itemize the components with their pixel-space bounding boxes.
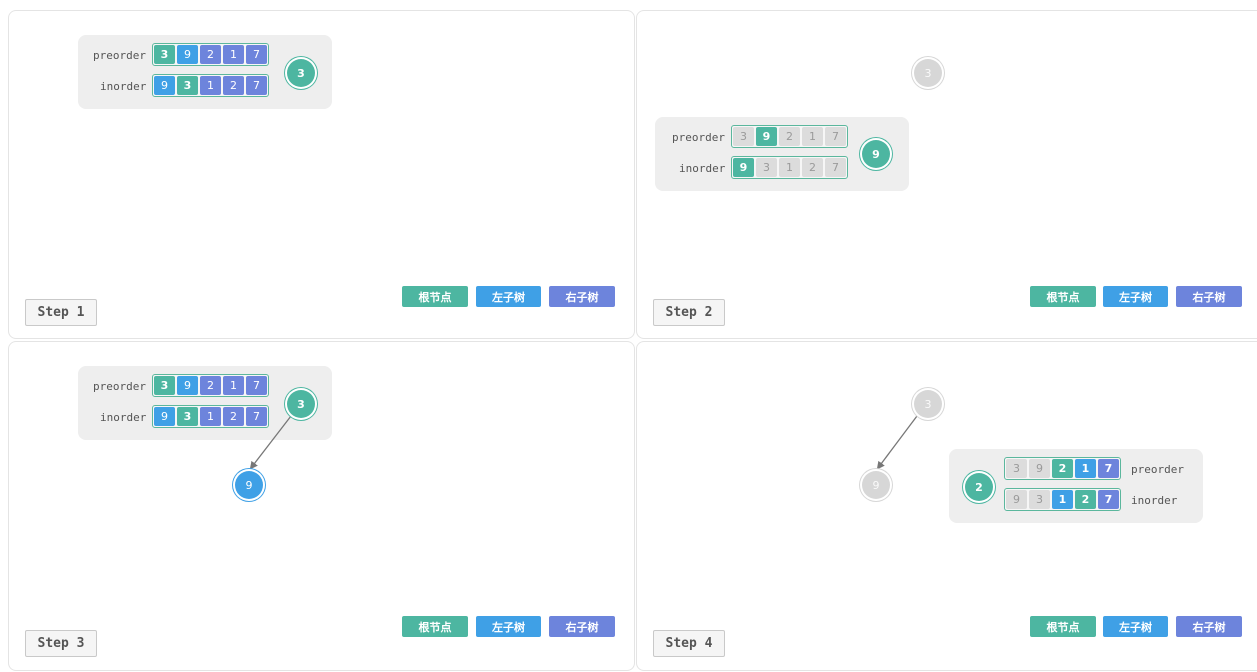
- preorder-array: 3 9 2 1 7: [152, 43, 269, 66]
- legend-right-subtree: 右子树: [1176, 616, 1242, 637]
- preorder-cell: 2: [779, 127, 800, 146]
- current-node: 9: [862, 140, 890, 168]
- step-4-panel: 3 9 2 3 9 2 1 7 preorder 9 3 1 2 7 inord…: [636, 341, 1257, 671]
- step-label: Step 4: [653, 630, 725, 657]
- preorder-array: 3 9 2 1 7: [1004, 457, 1121, 480]
- legend-right-subtree: 右子树: [549, 286, 615, 307]
- inorder-cell: 1: [200, 76, 221, 95]
- inorder-cell: 7: [1098, 490, 1119, 509]
- current-node: 2: [965, 473, 993, 501]
- inorder-label: inorder: [679, 162, 726, 175]
- legend-right-subtree: 右子树: [549, 616, 615, 637]
- legend-root: 根节点: [402, 616, 468, 637]
- inorder-cell: 2: [223, 76, 244, 95]
- preorder-label: preorder: [93, 49, 146, 62]
- inorder-cell: 3: [177, 76, 198, 95]
- preorder-cell: 1: [223, 45, 244, 64]
- inorder-label: inorder: [1131, 494, 1178, 507]
- inorder-array: 9 3 1 2 7: [152, 74, 269, 97]
- inorder-cell: 1: [779, 158, 800, 177]
- tree-node: 3: [914, 59, 942, 87]
- preorder-cell: 2: [1052, 459, 1073, 478]
- legend-left-subtree: 左子树: [476, 616, 541, 637]
- tree-edges: [249, 415, 292, 470]
- tree-edge: [249, 415, 292, 470]
- preorder-cell: 2: [200, 45, 221, 64]
- inorder-label: inorder: [100, 80, 147, 93]
- inorder-cell: 9: [1006, 490, 1027, 509]
- step-label: Step 2: [653, 299, 725, 326]
- step-1-panel: preorder 3 9 2 1 7 inorder 9 3 1 2 7 3 根…: [8, 10, 635, 339]
- tree-node: 9: [235, 471, 263, 499]
- legend-left-subtree: 左子树: [1103, 286, 1168, 307]
- preorder-cell: 7: [246, 45, 267, 64]
- inorder-cell: 3: [756, 158, 777, 177]
- inorder-array: 9 3 1 2 7: [731, 156, 848, 179]
- inorder-cell: 7: [825, 158, 846, 177]
- preorder-cell: 9: [756, 127, 777, 146]
- preorder-cell: 7: [825, 127, 846, 146]
- preorder-cell: 9: [1029, 459, 1050, 478]
- legend-left-subtree: 左子树: [1103, 616, 1168, 637]
- tree-node: 9: [862, 471, 890, 499]
- inorder-cell: 9: [733, 158, 754, 177]
- preorder-label: preorder: [672, 131, 725, 144]
- preorder-cell: 1: [1075, 459, 1096, 478]
- preorder-cell: 9: [177, 45, 198, 64]
- inorder-cell: 1: [1052, 490, 1073, 509]
- preorder-cell: 3: [1006, 459, 1027, 478]
- inorder-array: 9 3 1 2 7: [1004, 488, 1121, 511]
- preorder-cell: 3: [733, 127, 754, 146]
- inorder-cell: 3: [1029, 490, 1050, 509]
- inorder-cell: 7: [246, 76, 267, 95]
- preorder-label: preorder: [1131, 463, 1184, 476]
- preorder-cell: 3: [154, 45, 175, 64]
- step-label: Step 1: [25, 299, 97, 326]
- preorder-cell: 7: [1098, 459, 1119, 478]
- preorder-cell: 1: [802, 127, 823, 146]
- step-2-panel: 3 preorder 3 9 2 1 7 inorder 9 3 1 2 7 9…: [636, 10, 1257, 339]
- inorder-cell: 2: [802, 158, 823, 177]
- tree-node: 3: [914, 390, 942, 418]
- tree-edge: [876, 415, 918, 470]
- legend-root: 根节点: [1030, 286, 1096, 307]
- current-node: 3: [287, 390, 315, 418]
- legend-root: 根节点: [1030, 616, 1096, 637]
- preorder-array: 3 9 2 1 7: [731, 125, 848, 148]
- legend-root: 根节点: [402, 286, 468, 307]
- current-node: 3: [287, 59, 315, 87]
- inorder-cell: 2: [1075, 490, 1096, 509]
- legend-left-subtree: 左子树: [476, 286, 541, 307]
- step-3-panel: preorder 3 9 2 1 7 inorder 9 3 1 2 7 3 9…: [8, 341, 635, 671]
- step-label: Step 3: [25, 630, 97, 657]
- legend-right-subtree: 右子树: [1176, 286, 1242, 307]
- inorder-cell: 9: [154, 76, 175, 95]
